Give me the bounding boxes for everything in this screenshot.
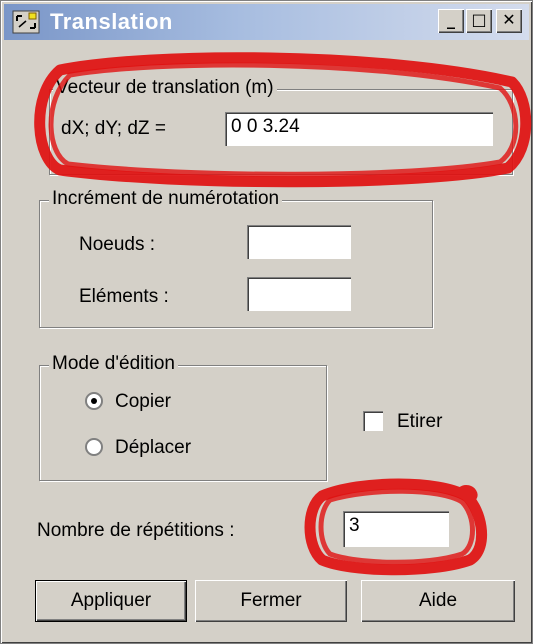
apply-button[interactable]: Appliquer (35, 580, 187, 622)
copy-option-label: Copier (115, 391, 171, 412)
elements-increment-input[interactable] (247, 277, 351, 311)
window-title: Translation (50, 9, 173, 34)
repetitions-label: Nombre de répétitions : (37, 520, 235, 541)
help-button[interactable]: Aide (361, 580, 515, 622)
move-option-label: Déplacer (115, 437, 192, 458)
close-button[interactable]: Fermer (195, 580, 347, 622)
close-window-button[interactable]: ✕ (496, 9, 522, 33)
title-bar[interactable]: Translation _ □ ✕ (4, 4, 529, 40)
maximize-button[interactable]: □ (466, 9, 492, 33)
translation-vector-input[interactable]: 0 0 3.24 (225, 112, 493, 146)
repetitions-input[interactable]: 3 (343, 511, 449, 547)
elements-label: Eléments : (79, 286, 169, 307)
numbering-increment-group (39, 200, 433, 328)
stretch-label: Etirer (397, 411, 443, 432)
translation-app-icon (12, 10, 40, 34)
radio-empty-icon[interactable] (85, 438, 103, 456)
translation-vector-legend: Vecteur de translation (m) (53, 77, 277, 99)
checkbox-icon[interactable] (363, 411, 383, 431)
minimize-button[interactable]: _ (438, 9, 464, 33)
edit-mode-group (39, 365, 327, 481)
numbering-increment-legend: Incrément de numérotation (49, 188, 283, 210)
radio-selected-icon[interactable] (85, 392, 103, 410)
translation-dialog: Translation _ □ ✕ Vecteur de translation… (0, 0, 533, 644)
edit-mode-legend: Mode d'édition (49, 353, 178, 375)
nodes-label: Noeuds : (79, 234, 156, 255)
nodes-increment-input[interactable] (247, 225, 351, 259)
dxdydz-label: dX; dY; dZ = (61, 118, 166, 139)
